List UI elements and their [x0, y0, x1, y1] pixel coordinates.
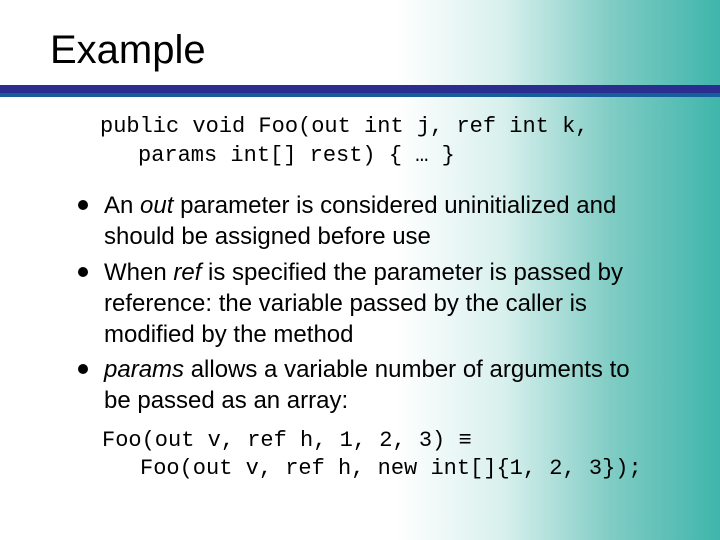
- bullet-item: An out parameter is considered uninitial…: [72, 190, 660, 252]
- bullet-list: An out parameter is considered uninitial…: [72, 190, 660, 416]
- code-declaration: public void Foo(out int j, ref int k, pa…: [100, 113, 660, 170]
- code-example: Foo(out v, ref h, 1, 2, 3) ≡ Foo(out v, …: [102, 427, 660, 484]
- slide-title: Example: [50, 28, 670, 73]
- title-underline: [0, 81, 720, 93]
- bullet-item: When ref is specified the parameter is p…: [72, 257, 660, 351]
- slide: Example public void Foo(out int j, ref i…: [0, 0, 720, 484]
- slide-content: public void Foo(out int j, ref int k, pa…: [50, 93, 670, 484]
- bullet-item: params allows a variable number of argum…: [72, 354, 660, 416]
